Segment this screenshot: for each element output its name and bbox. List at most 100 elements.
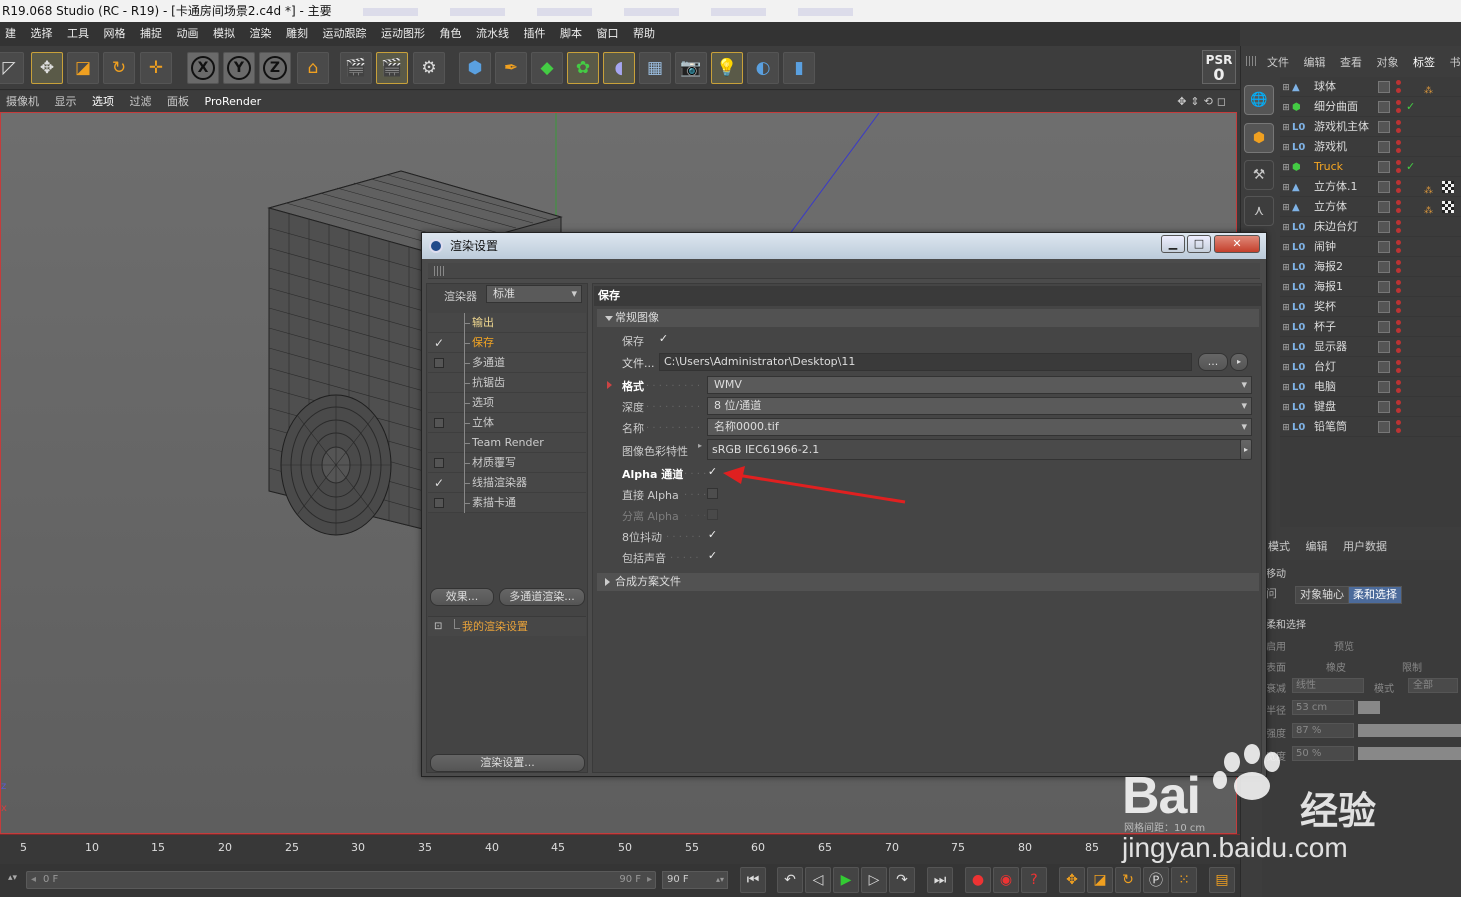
object-row[interactable]: ⊞ ▲ 立方体 ⁂ bbox=[1280, 197, 1461, 217]
visibility-dots-icon[interactable] bbox=[1396, 340, 1402, 354]
nav-item[interactable]: 素描卡通 bbox=[428, 493, 586, 513]
key-scale-icon[interactable]: ◪ bbox=[1087, 867, 1113, 893]
expand-toggle-icon[interactable]: ⊡ bbox=[434, 617, 442, 637]
visibility-dots-icon[interactable] bbox=[1396, 80, 1402, 94]
object-row[interactable]: ⊞ L0 铅笔筒 bbox=[1280, 417, 1461, 437]
enabled-check-icon[interactable]: ✓ bbox=[1406, 157, 1415, 177]
nav-checkbox[interactable]: ✓ bbox=[434, 337, 444, 349]
file-path-field[interactable]: C:\Users\Administrator\Desktop\11 bbox=[659, 353, 1192, 371]
object-row[interactable]: ⊞ ▲ 球体 ⁂ bbox=[1280, 77, 1461, 97]
menu-item[interactable]: 网格 bbox=[99, 22, 132, 46]
object-row[interactable]: ⊞ L0 电脑 bbox=[1280, 377, 1461, 397]
viewport-menu-item[interactable]: 摄像机 bbox=[0, 91, 45, 112]
layer-toggle-icon[interactable] bbox=[1378, 141, 1390, 153]
next-key-icon[interactable]: ↷ bbox=[889, 867, 915, 893]
render-settings-button[interactable]: 渲染设置... bbox=[430, 754, 585, 772]
object-row[interactable]: ⊞ L0 台灯 bbox=[1280, 357, 1461, 377]
object-axis-button[interactable]: 对象轴心 bbox=[1295, 586, 1349, 604]
cloner-icon[interactable]: ✿ bbox=[567, 52, 599, 84]
panel-grip-icon[interactable] bbox=[1246, 56, 1258, 66]
previous-key-icon[interactable]: ↶ bbox=[777, 867, 803, 893]
soft-selection-button[interactable]: 柔和选择 bbox=[1348, 586, 1402, 604]
camera-icon[interactable]: 📷 bbox=[675, 52, 707, 84]
tag-icon[interactable]: ⁂ bbox=[1424, 81, 1436, 96]
layer-toggle-icon[interactable] bbox=[1378, 241, 1390, 253]
tag-icon[interactable]: ⁂ bbox=[1424, 181, 1436, 196]
auto-keying-icon[interactable]: ◉ bbox=[993, 867, 1019, 893]
expand-icon[interactable]: ⊞ bbox=[1280, 378, 1292, 398]
dialog-grip[interactable] bbox=[428, 263, 1260, 279]
menu-item[interactable]: 角色 bbox=[435, 22, 468, 46]
name-select[interactable]: 名称0000.tif bbox=[707, 418, 1252, 436]
visibility-dots-icon[interactable] bbox=[1396, 140, 1402, 154]
visibility-dots-icon[interactable] bbox=[1396, 100, 1402, 114]
expand-icon[interactable]: ⊞ bbox=[1280, 98, 1292, 118]
viewport-navigation-icons[interactable]: ✥⇕⟲◻ bbox=[1177, 91, 1230, 112]
object-row[interactable]: ⊞ L0 游戏机 bbox=[1280, 137, 1461, 157]
nav-checkbox[interactable] bbox=[434, 458, 444, 468]
menu-item[interactable]: 模拟 bbox=[208, 22, 241, 46]
render-view-icon[interactable]: 🎬 bbox=[340, 52, 372, 84]
structure-icon[interactable]: ⚒ bbox=[1244, 160, 1274, 190]
rotate-tool-icon[interactable]: ↻ bbox=[103, 52, 135, 84]
layer-toggle-icon[interactable] bbox=[1378, 181, 1390, 193]
om-menu-item[interactable]: 书签 bbox=[1445, 52, 1461, 74]
visibility-dots-icon[interactable] bbox=[1396, 280, 1402, 294]
object-row[interactable]: ⊞ L0 奖杯 bbox=[1280, 297, 1461, 317]
include-sound-checkbox[interactable]: ✓ bbox=[707, 550, 718, 562]
visibility-dots-icon[interactable] bbox=[1396, 400, 1402, 414]
x-axis-lock-icon[interactable]: X bbox=[187, 52, 219, 84]
nav-item[interactable]: 输出 bbox=[428, 313, 586, 333]
visibility-dots-icon[interactable] bbox=[1396, 420, 1402, 434]
object-row[interactable]: ⊞ ⬢ 细分曲面 ✓ bbox=[1280, 97, 1461, 117]
renderer-select[interactable]: 标准 bbox=[486, 285, 582, 303]
menu-item[interactable]: 插件 bbox=[519, 22, 552, 46]
menu-item[interactable]: 运动图形 bbox=[376, 22, 431, 46]
effects-button[interactable]: 效果... bbox=[430, 588, 494, 606]
nav-item[interactable]: 选项 bbox=[428, 393, 586, 413]
cube-tag-icon[interactable]: ⬢ bbox=[1244, 123, 1274, 153]
expand-icon[interactable]: ⊞ bbox=[1280, 358, 1292, 378]
object-row[interactable]: ⊞ L0 杯子 bbox=[1280, 317, 1461, 337]
my-render-setting-item[interactable]: ⊡ 我的渲染设置 bbox=[428, 616, 586, 636]
visibility-dots-icon[interactable] bbox=[1396, 200, 1402, 214]
viewport-menu-item[interactable]: 面板 bbox=[161, 91, 195, 112]
object-row[interactable]: ⊞ L0 床边台灯 bbox=[1280, 217, 1461, 237]
close-icon[interactable]: ✕ bbox=[1214, 235, 1260, 253]
material-tag-icon[interactable] bbox=[1442, 181, 1454, 193]
om-menu-item[interactable]: 查看 bbox=[1335, 52, 1368, 74]
expand-icon[interactable]: ⊞ bbox=[1280, 238, 1292, 258]
viewport-menu-item[interactable]: 显示 bbox=[49, 91, 83, 112]
save-checkbox[interactable]: ✓ bbox=[658, 333, 669, 345]
pen-spline-icon[interactable]: ✒ bbox=[495, 52, 527, 84]
expand-icon[interactable]: ⊞ bbox=[1280, 398, 1292, 418]
key-position-icon[interactable]: ✥ bbox=[1059, 867, 1085, 893]
radius-slider[interactable] bbox=[1358, 701, 1380, 714]
psr-indicator[interactable]: PSR 0 bbox=[1202, 50, 1236, 84]
viewport-menu-item[interactable]: 选项 bbox=[86, 91, 120, 112]
timeline-stepper-icon[interactable]: ▴▾ bbox=[8, 873, 17, 883]
layer-toggle-icon[interactable] bbox=[1378, 221, 1390, 233]
layer-toggle-icon[interactable] bbox=[1378, 81, 1390, 93]
visibility-dots-icon[interactable] bbox=[1396, 240, 1402, 254]
frame-range-slider[interactable]: ◂ 0 F 90 F ▸ bbox=[26, 871, 656, 889]
visibility-dots-icon[interactable] bbox=[1396, 320, 1402, 334]
menu-item[interactable]: 建 bbox=[0, 22, 22, 46]
visibility-dots-icon[interactable] bbox=[1396, 120, 1402, 134]
object-row[interactable]: ⊞ L0 海报1 bbox=[1280, 277, 1461, 297]
expand-icon[interactable]: ⊞ bbox=[1280, 198, 1292, 218]
tag-icon[interactable]: ⁂ bbox=[1424, 201, 1436, 216]
expand-icon[interactable]: ⊞ bbox=[1280, 418, 1292, 438]
om-menu-item[interactable]: 对象 bbox=[1372, 52, 1405, 74]
format-select[interactable]: WMV bbox=[707, 376, 1252, 394]
menu-item[interactable]: 帮助 bbox=[628, 22, 661, 46]
strength-slider[interactable] bbox=[1358, 724, 1461, 737]
menu-item[interactable]: 动画 bbox=[172, 22, 205, 46]
expand-icon[interactable]: ⊞ bbox=[1280, 278, 1292, 298]
expand-icon[interactable]: ⊞ bbox=[1280, 138, 1292, 158]
menu-item[interactable]: 选择 bbox=[26, 22, 59, 46]
z-axis-lock-icon[interactable]: Z bbox=[259, 52, 291, 84]
expand-icon[interactable]: ⊞ bbox=[1280, 258, 1292, 278]
object-row[interactable]: ⊞ L0 显示器 bbox=[1280, 337, 1461, 357]
am-menu-item[interactable]: 编辑 bbox=[1300, 536, 1334, 558]
